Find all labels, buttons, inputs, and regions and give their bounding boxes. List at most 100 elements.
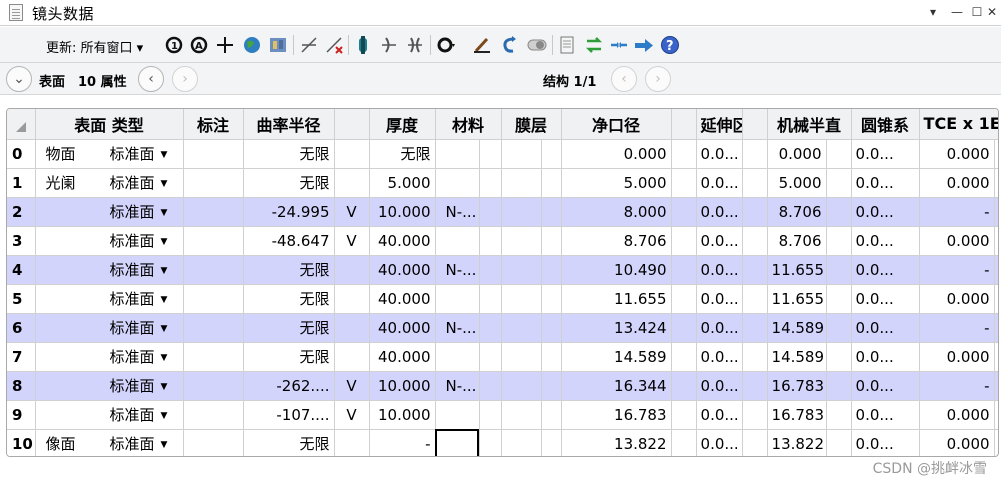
thickness-cell[interactable]: - xyxy=(369,429,436,456)
right-arrow-icon[interactable] xyxy=(634,35,654,55)
radius-cell[interactable]: 无限 xyxy=(243,284,335,314)
radius-cell[interactable]: -262.... xyxy=(243,371,335,401)
corner-cell[interactable] xyxy=(7,109,36,140)
comment-cell[interactable] xyxy=(183,197,244,227)
help-icon[interactable]: ? xyxy=(660,35,680,55)
clear-semi-dia-solve-cell[interactable] xyxy=(671,168,697,198)
axis-x-red-icon[interactable] xyxy=(324,35,344,55)
coating-cell[interactable] xyxy=(501,284,542,314)
table-row[interactable]: 5 标准面 ▼ 无限 40.000 11.655 0.0... 11.655 0.0... 0.0… xyxy=(7,284,998,314)
thickness-cell[interactable]: 10.000 xyxy=(369,371,436,401)
mech-semi-dia-solve-cell[interactable] xyxy=(826,342,852,372)
properties-label[interactable]: 10 属性 xyxy=(78,71,127,90)
dropdown-arrow-icon[interactable]: ▼ xyxy=(161,382,168,392)
radius-cell[interactable]: -107.... xyxy=(243,400,335,430)
radius-cell[interactable]: 无限 xyxy=(243,168,335,198)
mech-semi-dia-cell[interactable]: 8.706 xyxy=(767,197,827,227)
radius-solve-flag[interactable] xyxy=(334,255,370,285)
material-solve-cell[interactable] xyxy=(479,429,502,456)
mech-semi-dia-cell[interactable]: 16.783 xyxy=(767,371,827,401)
material-solve-cell[interactable] xyxy=(479,255,502,285)
chip-zone-solve-cell[interactable] xyxy=(742,168,768,198)
row-number[interactable]: 10 xyxy=(7,429,36,456)
arrows-blue-icon[interactable] xyxy=(609,35,629,55)
clear-semi-dia-cell[interactable]: 0.000 xyxy=(561,139,672,169)
chip-zone-cell[interactable]: 0.0... xyxy=(696,313,743,343)
surface-type-cell[interactable]: 标准面 ▼ xyxy=(35,226,184,256)
column-header-thickness[interactable]: 厚度 xyxy=(369,109,436,140)
update-dropdown[interactable]: 更新: 所有窗口 ▾ xyxy=(46,37,143,56)
column-header-conic[interactable]: 圆锥系 xyxy=(851,109,920,140)
mech-semi-dia-solve-cell[interactable] xyxy=(826,371,852,401)
comment-cell[interactable] xyxy=(183,255,244,285)
material-cell[interactable]: N-... xyxy=(435,313,480,343)
ray-aim-icon[interactable] xyxy=(379,35,399,55)
coating-cell[interactable] xyxy=(501,371,542,401)
comment-cell[interactable] xyxy=(183,429,244,456)
chip-zone-solve-cell[interactable] xyxy=(742,284,768,314)
conic-cell[interactable]: 0.0... xyxy=(851,342,920,372)
tce-solve-cell[interactable] xyxy=(994,255,998,285)
thickness-cell[interactable]: 40.000 xyxy=(369,226,436,256)
clear-semi-dia-cell[interactable]: 13.424 xyxy=(561,313,672,343)
tce-cell[interactable]: - xyxy=(919,371,995,401)
dropdown-arrow-icon[interactable]: ▼ xyxy=(161,266,168,276)
table-row[interactable]: 4 标准面 ▼ 无限 40.000 N-... 10.490 0.0... 11.655 0.0.… xyxy=(7,255,998,285)
material-solve-cell[interactable] xyxy=(479,226,502,256)
table-row[interactable]: 6 标准面 ▼ 无限 40.000 N-... 13.424 0.0... 14.589 0.0.… xyxy=(7,313,998,343)
thickness-cell[interactable]: 40.000 xyxy=(369,313,436,343)
conic-cell[interactable]: 0.0... xyxy=(851,197,920,227)
radius-solve-flag[interactable] xyxy=(334,168,370,198)
radius-solve-flag[interactable]: V xyxy=(334,400,370,430)
clear-semi-dia-solve-cell[interactable] xyxy=(671,197,697,227)
surface-type-cell[interactable]: 标准面 ▼ xyxy=(35,400,184,430)
comment-cell[interactable] xyxy=(183,226,244,256)
thickness-cell[interactable]: 无限 xyxy=(369,139,436,169)
column-header-clear-semi-dia[interactable]: 净口径 xyxy=(561,109,672,140)
material-cell[interactable] xyxy=(435,226,480,256)
coating-cell[interactable] xyxy=(501,255,542,285)
map-icon[interactable] xyxy=(268,35,288,55)
undo-icon[interactable] xyxy=(500,35,520,55)
surface-type-cell[interactable]: 标准面 ▼ xyxy=(35,255,184,285)
table-row[interactable]: 1 光阑 标准面 ▼ 无限 5.000 5.000 0.0... 5.000 0.0... 0.00… xyxy=(7,168,998,198)
row-number[interactable]: 3 xyxy=(7,226,36,256)
surface-type[interactable]: 标准面 xyxy=(110,290,155,308)
surface-type[interactable]: 标准面 xyxy=(110,145,155,163)
radius-solve-flag[interactable]: V xyxy=(334,226,370,256)
material-cell[interactable]: N-... xyxy=(435,197,480,227)
coating-solve-cell[interactable] xyxy=(541,284,562,314)
green-arrows-icon[interactable] xyxy=(584,35,604,55)
tce-cell[interactable]: 0.000 xyxy=(919,400,995,430)
tce-solve-cell[interactable] xyxy=(994,371,998,401)
coating-solve-cell[interactable] xyxy=(541,371,562,401)
coating-cell[interactable] xyxy=(501,139,542,169)
surface-type[interactable]: 标准面 xyxy=(110,174,155,192)
column-header-comment[interactable]: 标注 xyxy=(183,109,244,140)
chip-zone-solve-cell[interactable] xyxy=(742,255,768,285)
refresh-all-icon[interactable]: A xyxy=(189,35,209,55)
mech-semi-dia-solve-cell[interactable] xyxy=(826,226,852,256)
chip-zone-cell[interactable]: 0.0... xyxy=(696,371,743,401)
chip-zone-cell[interactable]: 0.0... xyxy=(696,226,743,256)
material-cell[interactable] xyxy=(435,429,480,456)
tce-solve-cell[interactable] xyxy=(994,168,998,198)
material-solve-cell[interactable] xyxy=(479,284,502,314)
chip-zone-solve-cell[interactable] xyxy=(742,371,768,401)
thickness-cell[interactable]: 10.000 xyxy=(369,400,436,430)
radius-cell[interactable]: -48.647 xyxy=(243,226,335,256)
coating-cell[interactable] xyxy=(501,197,542,227)
chip-zone-solve-cell[interactable] xyxy=(742,197,768,227)
surface-name[interactable]: 像面 xyxy=(46,433,110,454)
radius-cell[interactable]: -24.995 xyxy=(243,197,335,227)
lens-group-icon[interactable] xyxy=(353,35,373,55)
conic-cell[interactable]: 0.0... xyxy=(851,429,920,456)
mech-semi-dia-solve-cell[interactable] xyxy=(826,429,852,456)
coating-cell[interactable] xyxy=(501,342,542,372)
tce-cell[interactable]: 0.000 xyxy=(919,342,995,372)
row-number[interactable]: 4 xyxy=(7,255,36,285)
material-cell[interactable] xyxy=(435,342,480,372)
chip-zone-cell[interactable]: 0.0... xyxy=(696,139,743,169)
material-solve-cell[interactable] xyxy=(479,342,502,372)
conic-cell[interactable]: 0.0... xyxy=(851,400,920,430)
